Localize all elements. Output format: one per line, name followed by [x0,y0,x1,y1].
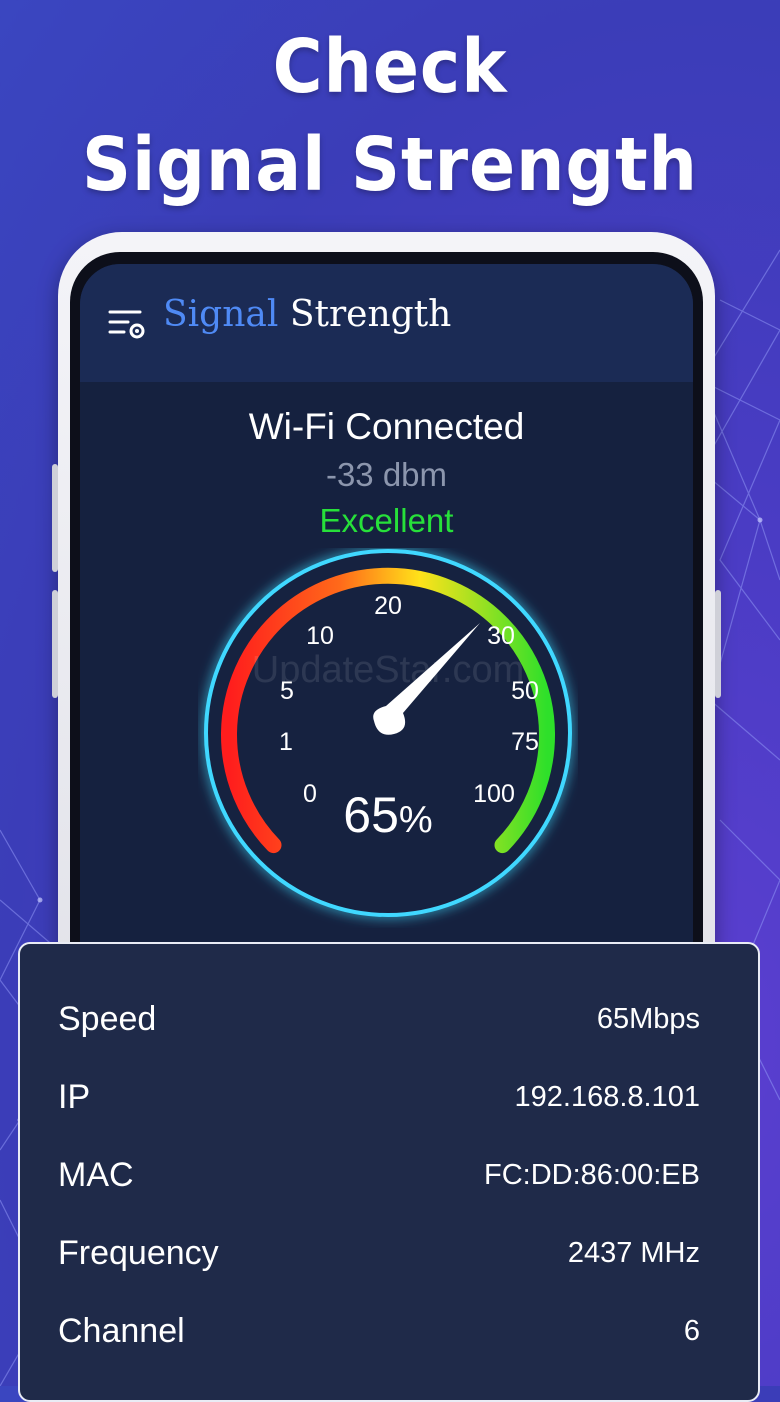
detail-row-frequency: Frequency 2437 MHz [58,1223,700,1283]
tick-label-1: 1 [279,728,293,756]
app-title-rest: Strength [278,294,452,335]
detail-label: Frequency [58,1233,219,1272]
phone-power-button [715,590,721,698]
detail-row-mac: MAC FC:DD:86:00:EB [58,1145,700,1205]
tick-label-100: 100 [473,780,515,808]
detail-value: 65Mbps [596,1002,700,1035]
phone-side-button-2 [52,590,58,698]
tick-label-30: 30 [487,622,515,650]
signal-gauge: 0 1 5 10 20 30 50 75 100 UpdateStar.com … [204,549,572,917]
app-bar: Signal Strength [80,264,693,382]
detail-value: 192.168.8.101 [514,1080,700,1113]
detail-value: FC:DD:86:00:EB [484,1158,700,1191]
detail-label: IP [58,1077,91,1116]
detail-label: Channel [58,1311,185,1350]
signal-dbm: -33 dbm [325,456,448,493]
detail-label: MAC [58,1155,134,1194]
gauge-percent-sign: % [399,799,433,841]
gauge-percent-value: 65 [343,787,399,843]
headline: Check Signal Strength [31,18,749,214]
menu-settings-icon[interactable] [108,307,148,341]
tick-label-75: 75 [511,728,539,756]
detail-value: 2437 MHz [567,1236,700,1269]
headline-line-1: Check [272,24,508,110]
tick-label-20: 20 [374,592,402,620]
signal-quality: Excellent [319,502,454,539]
detail-value: 6 [683,1314,700,1347]
detail-row-speed: Speed 65Mbps [58,989,700,1049]
detail-label: Speed [58,999,157,1038]
tick-label-0: 0 [303,780,317,808]
gauge-watermark: UpdateStar.com [252,649,524,691]
connection-status: Wi-Fi Connected [248,406,525,447]
details-card: Speed 65Mbps IP 192.168.8.101 MAC FC:DD:… [18,942,760,1402]
app-title: Signal Strength [163,294,451,335]
headline-line-2: Signal Strength [82,122,698,208]
tick-label-10: 10 [306,622,334,650]
detail-row-channel: Channel 6 [58,1301,700,1361]
phone-side-button-1 [52,464,58,572]
app-title-accent: Signal [163,294,279,335]
detail-row-ip: IP 192.168.8.101 [58,1067,700,1127]
